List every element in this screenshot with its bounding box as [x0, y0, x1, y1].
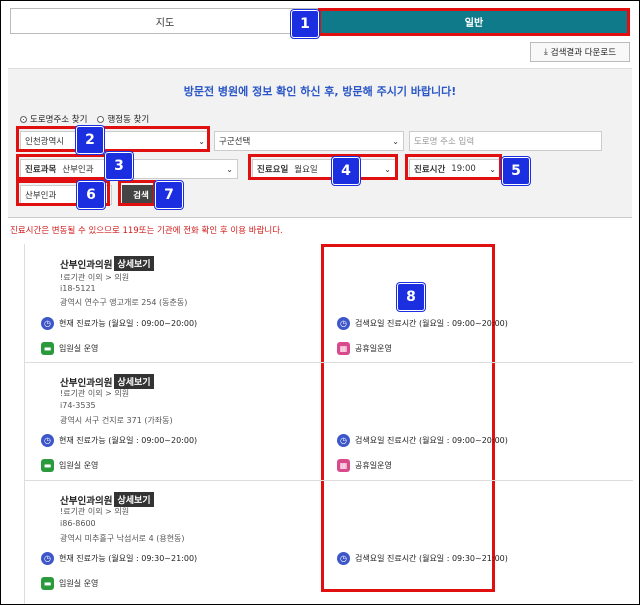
- notice-title: 방문전 병원에 정보 확인 하신 후, 방문해 주시기 바랍니다!: [183, 85, 457, 98]
- district-select[interactable]: 구군선택 ⌄: [214, 131, 404, 151]
- hospital-phone: i86-8600: [60, 519, 96, 528]
- clock-icon: ◷: [337, 552, 350, 565]
- hospital-name: 산부인과의원: [60, 377, 113, 389]
- holiday-info: ▦ 공휴일운영: [337, 459, 392, 472]
- radio-admin-dong[interactable]: 행정동 찾기: [97, 113, 149, 125]
- clock-icon: ◷: [41, 317, 54, 330]
- hospital-phone: i74-3535: [60, 401, 96, 410]
- list-item: 산부인과의원 상세보기 !료기관 이외 > 의원 i18-5121 광역시 연수구…: [25, 244, 633, 363]
- badge-1: 1: [291, 10, 319, 38]
- hospital-type: !료기관 이외 > 의원: [60, 507, 130, 516]
- download-label: 검색결과 다운로드: [550, 48, 617, 58]
- badge-4: 4: [332, 157, 360, 185]
- calendar-icon: ▦: [337, 342, 350, 355]
- bed-icon: ▬: [41, 577, 54, 590]
- road-address-input[interactable]: 도로명 주소 입력: [409, 131, 602, 151]
- hospital-type: !료기관 이외 > 의원: [60, 273, 130, 282]
- calendar-icon: ▦: [337, 459, 350, 472]
- bed-icon: ▬: [41, 342, 54, 355]
- list-item: 산부인과의원 상세보기 !료기관 이외 > 의원 i86-8600 광역시 미추홀…: [25, 480, 633, 598]
- detail-button[interactable]: 상세보기: [114, 374, 154, 389]
- badge-5: 5: [502, 157, 530, 185]
- hospital-address: 광역시 연수구 앵고개로 254 (동춘동): [60, 298, 188, 307]
- badge-7: 7: [155, 181, 183, 209]
- address-type-radios: 도로명주소 찾기 행정동 찾기: [20, 113, 149, 125]
- city-select[interactable]: 인천광역시 ⌄: [20, 131, 210, 151]
- tab-map[interactable]: 지도: [10, 8, 320, 34]
- hospital-address: 광역시 서구 건지로 371 (가좌동): [60, 416, 173, 425]
- list-item: 산부인과의원 상세보기 !료기관 이외 > 의원 i74-3535 광역시 서구 …: [25, 362, 633, 481]
- current-hours: ◷ 현재 진료가능 (월요일 : 09:00~20:00): [41, 317, 197, 330]
- download-icon: ⤓: [543, 47, 548, 57]
- time-select[interactable]: 진료시간 19:00 ⌄: [409, 159, 501, 179]
- current-hours: ◷ 현재 진료가능 (월요일 : 09:00~20:00): [41, 434, 197, 447]
- day-select[interactable]: 진료요일 월요일 ⌄: [252, 159, 396, 179]
- download-results-button[interactable]: ⤓ 검색결과 다운로드: [530, 42, 630, 62]
- chevron-down-icon: ⌄: [198, 136, 205, 146]
- holiday-info: ▦ 공휴일운영: [337, 342, 392, 355]
- hospital-name: 산부인과의원: [60, 495, 113, 507]
- current-hours: ◷ 현재 진료가능 (월요일 : 09:30~21:00): [41, 552, 197, 565]
- chevron-down-icon: ⌄: [392, 136, 399, 146]
- radio-dot-icon: [20, 115, 27, 123]
- ward-info: ▬ 입원실 운영: [41, 577, 98, 590]
- clock-icon: ◷: [41, 552, 54, 565]
- radio-dot-icon: [97, 115, 105, 123]
- chevron-down-icon: ⌄: [489, 164, 496, 174]
- clock-icon: ◷: [337, 317, 350, 330]
- hours-warning: 진료시간은 변동될 수 있으므로 119또는 기관에 전화 확인 후 이용 바랍…: [10, 226, 283, 236]
- radio-road-address[interactable]: 도로명주소 찾기: [20, 113, 87, 125]
- search-day-hours: ◷ 검색요일 진료시간 (월요일 : 09:30~21:00): [337, 552, 508, 565]
- tab-general[interactable]: 일반: [320, 8, 628, 34]
- badge-2: 2: [76, 126, 104, 154]
- clock-icon: ◷: [337, 434, 350, 447]
- detail-button[interactable]: 상세보기: [114, 492, 154, 507]
- hospital-phone: i18-5121: [60, 284, 96, 293]
- search-day-hours: ◷ 검색요일 진료시간 (월요일 : 09:00~20:00): [337, 434, 508, 447]
- chevron-down-icon: ⌄: [226, 164, 233, 174]
- hospital-name: 산부인과의원: [60, 259, 113, 271]
- results-list: 산부인과의원 상세보기 !료기관 이외 > 의원 i18-5121 광역시 연수구…: [24, 244, 633, 604]
- chevron-down-icon: ⌄: [384, 164, 391, 174]
- badge-3: 3: [105, 152, 133, 180]
- detail-button[interactable]: 상세보기: [114, 256, 154, 271]
- clock-icon: ◷: [41, 434, 54, 447]
- badge-6: 6: [77, 181, 105, 209]
- hospital-address: 광역시 미추홀구 낙섬서로 4 (용현동): [60, 534, 185, 543]
- hospital-type: !료기관 이외 > 의원: [60, 389, 130, 398]
- bed-icon: ▬: [41, 459, 54, 472]
- ward-info: ▬ 입원실 운영: [41, 342, 98, 355]
- search-day-hours: ◷ 검색요일 진료시간 (월요일 : 09:00~20:00): [337, 317, 508, 330]
- ward-info: ▬ 입원실 운영: [41, 459, 98, 472]
